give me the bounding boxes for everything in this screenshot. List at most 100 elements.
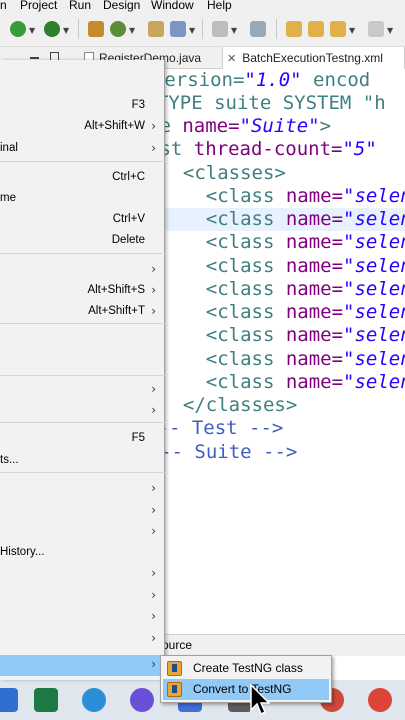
code-token: name= [285,324,344,346]
annotation-dropdown-icon[interactable]: ▼ [231,26,237,35]
convert-to-testng-label: Convert to TestNG [193,682,292,696]
code-line[interactable]: te name="Suite"> [148,115,331,138]
run-icon[interactable] [10,21,26,37]
code-line[interactable]: <class name="selen [160,231,405,254]
code-line[interactable]: est thread-count="5" [148,138,377,161]
tab-source[interactable]: ource [162,638,192,652]
open-type-icon[interactable] [148,21,164,37]
annotation-icon[interactable] [212,21,228,37]
forward-dropdown-icon[interactable]: ▼ [387,26,393,35]
submenu-arrow-icon: › [151,566,156,580]
code-token: thread-count= [193,138,343,160]
context-menu-item[interactable]: › [0,564,165,585]
forward-history-icon[interactable] [308,21,324,37]
submenu-arrow-icon: › [151,283,156,297]
submenu-arrow-icon: › [151,382,156,396]
menu-item-shortcut: F3 [131,99,145,111]
menu-project[interactable]: Project [20,0,57,12]
code-token: <class [160,231,286,253]
chrome-icon[interactable] [368,688,392,712]
context-menu-item[interactable]: Alt+Shift+W › [0,117,165,138]
debug-dropdown-icon[interactable]: ▼ [63,26,69,35]
code-line[interactable]: OCTYPE suite SYSTEM "h [134,92,386,115]
code-line[interactable]: <class name="selen [160,348,405,371]
search-icon[interactable] [170,21,186,37]
context-menu-item[interactable]: History... [0,543,165,564]
code-line[interactable]: <class name="selen [160,301,405,324]
context-menu-item[interactable]: › [0,586,165,607]
submenu-arrow-icon: › [151,524,156,538]
submenu-arrow-icon: › [151,609,156,623]
code-line[interactable]: <class name="selen [160,185,405,208]
context-menu-item[interactable]: Alt+Shift+T › [0,302,165,323]
code-token: <class [160,348,286,370]
context-menu-item[interactable]: ts... [0,451,165,472]
context-menu-item[interactable]: Ctrl+C [0,168,165,189]
run-dropdown-icon[interactable]: ▼ [29,26,35,35]
edge-icon[interactable] [0,688,18,712]
context-menu-item[interactable]: Ctrl+V [0,210,165,231]
create-testng-class-item[interactable]: Create TestNG class [163,658,329,679]
context-menu-item[interactable]: › [0,607,165,628]
debug-icon[interactable] [44,21,60,37]
code-line[interactable]: </classes> [160,394,297,417]
back-dropdown-icon[interactable]: ▼ [349,26,355,35]
code-line[interactable]: <class name="selen [160,371,405,394]
context-menu-item[interactable]: F3 [0,96,165,117]
context-menu-item[interactable]: F5 [0,429,165,450]
code-line[interactable]: <class name="selen [160,324,405,347]
context-menu-item[interactable]: me [0,189,165,210]
tab-batchexecutiontestng[interactable]: ✕ BatchExecutionTestng.xml [222,47,405,69]
context-menu-item[interactable]: Delete [0,231,165,252]
context-menu-item[interactable]: › [0,522,165,543]
code-token: "selen [343,255,405,277]
back-icon[interactable] [330,21,346,37]
code-line[interactable]: l version="1.0" encod [130,69,370,92]
close-icon[interactable]: ✕ [227,52,236,65]
code-token: "selen [343,208,405,230]
menu-item-shortcut: Delete [111,234,145,246]
teams-icon[interactable] [130,688,154,712]
new-package-icon[interactable] [88,21,104,37]
code-token: name= [285,185,344,207]
menu-window[interactable]: Window [151,0,194,12]
context-menu-item[interactable]: › [0,479,165,500]
code-line[interactable]: <class name="selen [160,255,405,278]
testng-convert-icon [167,682,182,697]
new-class-icon[interactable] [110,21,126,37]
code-token: "selen [343,231,405,253]
menu-help[interactable]: Help [207,0,232,12]
context-menu-item[interactable]: › [0,260,165,281]
context-menu-item[interactable]: Alt+Shift+S › [0,281,165,302]
code-token: "selen [343,348,405,370]
context-menu-item[interactable]: › [0,629,165,650]
menu-navigate[interactable]: n [0,0,7,12]
menu-item-shortcut: Alt+Shift+S [87,284,145,296]
code-token: "selen [343,324,405,346]
code-line[interactable]: <class name="selen [160,208,405,231]
convert-to-testng-item[interactable]: Convert to TestNG [163,679,329,700]
back-history-icon[interactable] [286,21,302,37]
context-menu-item[interactable]: inal › [0,139,165,160]
last-edit-icon[interactable] [250,21,266,37]
context-menu-item[interactable]: › [0,380,165,401]
submenu-arrow-icon: › [151,503,156,517]
code-line[interactable]: <classes> [160,162,286,185]
create-testng-class-label: Create TestNG class [193,661,303,675]
new-dropdown-icon[interactable]: ▼ [129,26,135,35]
search-dropdown-icon[interactable]: ▼ [189,26,195,35]
menu-design[interactable]: Design [103,0,140,12]
code-token: name= [285,348,344,370]
context-menu-item[interactable]: › [0,401,165,422]
code-token: "5" [342,138,377,160]
context-menu-item[interactable]: › [0,501,165,522]
code-line[interactable]: <class name="selen [160,278,405,301]
excel-icon[interactable] [34,688,58,712]
edge-browser-icon[interactable] [82,688,106,712]
forward-icon[interactable] [368,21,384,37]
testng-class-icon [167,661,182,676]
bottom-view-tabs: ource [158,634,405,656]
minimize-icon[interactable] [30,57,39,59]
context-menu-item-testng[interactable]: › [0,655,165,676]
menu-run[interactable]: Run [69,0,91,12]
